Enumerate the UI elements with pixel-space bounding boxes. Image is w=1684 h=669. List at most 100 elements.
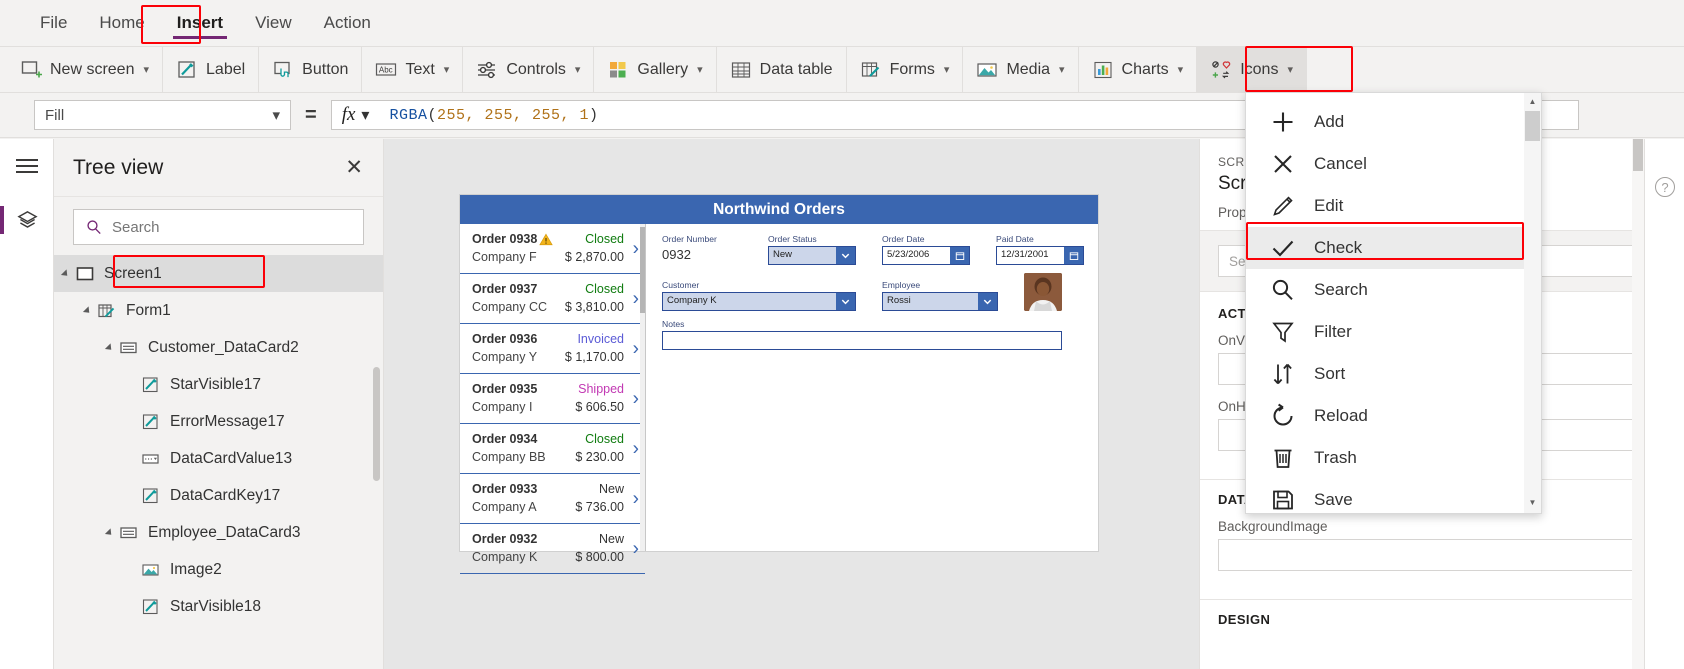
tree-node-image2[interactable]: Image2: [54, 551, 383, 588]
search-icon: [86, 219, 102, 235]
icons-menu-item-reload[interactable]: Reload: [1246, 395, 1541, 437]
properties-scrollbar-thumb[interactable]: [1633, 139, 1643, 171]
menu-item-insert[interactable]: Insert: [163, 7, 237, 39]
employee-dropdown[interactable]: Rossi: [882, 292, 998, 311]
tree-node-customer-datacard2[interactable]: Customer_DataCard2: [54, 329, 383, 366]
ribbon-gallery-button[interactable]: Gallery ▾: [594, 47, 717, 92]
close-icon[interactable]: ✕: [345, 157, 363, 178]
icons-dropdown-scrollbar[interactable]: ▲ ▼: [1524, 93, 1541, 513]
tree-node-screen1[interactable]: Screen1: [54, 255, 383, 292]
ribbon-button-button[interactable]: Button: [259, 47, 363, 92]
tree-node-datacardkey17[interactable]: DataCardKey17: [54, 477, 383, 514]
ribbon-data-table-button[interactable]: Data table: [717, 47, 847, 92]
gallery-item[interactable]: Order 0936 Invoiced Company Y $ 1,170.00…: [460, 324, 645, 374]
help-icon[interactable]: ?: [1655, 177, 1675, 197]
customer-label: Customer: [662, 280, 700, 290]
caret-expanded-icon[interactable]: [60, 268, 71, 279]
fx-button[interactable]: fx ▾: [330, 100, 380, 130]
tree-node-label: Customer_DataCard2: [148, 338, 299, 356]
chevron-down-icon[interactable]: [836, 293, 855, 310]
caret-expanded-icon[interactable]: [104, 527, 115, 538]
icons-menu-label: Add: [1314, 112, 1345, 131]
properties-scrollbar[interactable]: [1632, 139, 1644, 669]
chevron-right-icon[interactable]: ›: [633, 539, 639, 558]
controls-icon: [476, 59, 498, 81]
ribbon-text-button[interactable]: Abc Text ▾: [362, 47, 464, 92]
gallery-item[interactable]: Order 0934 Closed Company BB $ 230.00 ›: [460, 424, 645, 474]
gallery-scrollbar[interactable]: [640, 224, 645, 551]
chevron-right-icon[interactable]: ›: [633, 439, 639, 458]
tree-node-employee-datacard3[interactable]: Employee_DataCard3: [54, 514, 383, 551]
order-status-dropdown[interactable]: New: [768, 246, 856, 265]
icons-menu-item-search[interactable]: Search: [1246, 269, 1541, 311]
hamburger-menu-button[interactable]: [0, 139, 54, 193]
tree-view-rail-button[interactable]: [0, 193, 54, 247]
ribbon-controls-button[interactable]: Controls ▾: [463, 47, 595, 92]
chevron-right-icon[interactable]: ›: [633, 389, 639, 408]
icons-menu-item-save[interactable]: Save: [1246, 479, 1541, 521]
ribbon-forms-button[interactable]: Forms ▾: [847, 47, 964, 92]
paid-date-picker[interactable]: 12/31/2001: [996, 246, 1084, 265]
gallery-item[interactable]: Order 0932 New Company K $ 800.00 ›: [460, 524, 645, 574]
chevron-right-icon[interactable]: ›: [633, 239, 639, 258]
icons-menu-item-edit[interactable]: Edit: [1246, 185, 1541, 227]
icons-menu-item-cancel[interactable]: Cancel: [1246, 143, 1541, 185]
gallery-item[interactable]: Order 0937 Closed Company CC $ 3,810.00 …: [460, 274, 645, 324]
chevron-right-icon[interactable]: ›: [633, 339, 639, 358]
employee-field: Employee Rossi: [882, 280, 998, 311]
ribbon-new-screen-button[interactable]: New screen ▾: [0, 47, 164, 92]
chevron-right-icon[interactable]: ›: [633, 289, 639, 308]
caret-expanded-icon[interactable]: [104, 342, 115, 353]
icons-dropdown-scrollbar-thumb[interactable]: [1525, 111, 1540, 141]
gallery-item[interactable]: Order 0935 Shipped Company I $ 606.50 ›: [460, 374, 645, 424]
calendar-icon[interactable]: [950, 247, 969, 264]
button-icon: [272, 59, 294, 81]
icons-menu-item-check[interactable]: Check: [1246, 227, 1541, 269]
tree-node-starvisible18[interactable]: StarVisible18: [54, 588, 383, 625]
scroll-up-icon[interactable]: ▲: [1524, 93, 1541, 110]
property-selector[interactable]: Fill ▾: [34, 100, 291, 130]
menu-item-home[interactable]: Home: [85, 7, 158, 39]
tree-view-scrollbar[interactable]: [373, 367, 380, 481]
icons-menu-item-filter[interactable]: Filter: [1246, 311, 1541, 353]
ribbon-icons-button[interactable]: Icons ▾: [1197, 47, 1307, 92]
chevron-down-icon: ▾: [1177, 64, 1184, 76]
icons-menu-label: Save: [1314, 490, 1353, 509]
icons-menu-item-trash[interactable]: Trash: [1246, 437, 1541, 479]
ribbon-data-table-label: Data table: [759, 60, 833, 78]
tree-search-input[interactable]: Search: [73, 209, 364, 245]
icons-menu-item-add[interactable]: Add: [1246, 101, 1541, 143]
customer-dropdown[interactable]: Company K: [662, 292, 856, 311]
gallery-item[interactable]: Order 0938 Closed Company F $ 2,870.00 ›: [460, 224, 645, 274]
icons-menu-item-sort[interactable]: Sort: [1246, 353, 1541, 395]
tree-node-form1[interactable]: Form1: [54, 292, 383, 329]
chevron-down-icon[interactable]: [836, 247, 855, 264]
menu-item-file[interactable]: File: [26, 7, 81, 39]
powerapps-studio: File Home Insert View Action New screen …: [0, 0, 1684, 669]
paid-date-label: Paid Date: [996, 234, 1034, 244]
gallery-scrollbar-thumb[interactable]: [640, 227, 645, 313]
calendar-icon[interactable]: [1064, 247, 1083, 264]
label-pencil-icon: [141, 412, 161, 432]
chevron-down-icon[interactable]: [978, 293, 997, 310]
order-amount: $ 736.00: [575, 500, 624, 514]
sort-icon: [1270, 361, 1296, 387]
caret-expanded-icon[interactable]: [82, 305, 93, 316]
ribbon-media-button[interactable]: Media ▾: [963, 47, 1079, 92]
ribbon-label-button[interactable]: Label: [163, 47, 260, 92]
notes-input[interactable]: [662, 331, 1062, 350]
scroll-down-icon[interactable]: ▼: [1524, 494, 1541, 511]
gallery-item[interactable]: Order 0933 New Company A $ 736.00 ›: [460, 474, 645, 524]
chevron-right-icon[interactable]: ›: [633, 489, 639, 508]
order-date-picker[interactable]: 5/23/2006: [882, 246, 970, 265]
backgroundimage-input[interactable]: [1218, 539, 1666, 571]
tree-node-errormessage17[interactable]: ErrorMessage17: [54, 403, 383, 440]
menu-item-action[interactable]: Action: [310, 7, 385, 39]
design-section: DESIGN: [1200, 599, 1684, 631]
tree-node-starvisible17[interactable]: StarVisible17: [54, 366, 383, 403]
orders-gallery[interactable]: Order 0938 Closed Company F $ 2,870.00 ›…: [460, 224, 646, 574]
menu-item-view[interactable]: View: [241, 7, 306, 39]
tree-node-datacardvalue13[interactable]: DataCardValue13: [54, 440, 383, 477]
ribbon-charts-button[interactable]: Charts ▾: [1079, 47, 1198, 92]
order-id: Order 0936: [472, 332, 538, 346]
